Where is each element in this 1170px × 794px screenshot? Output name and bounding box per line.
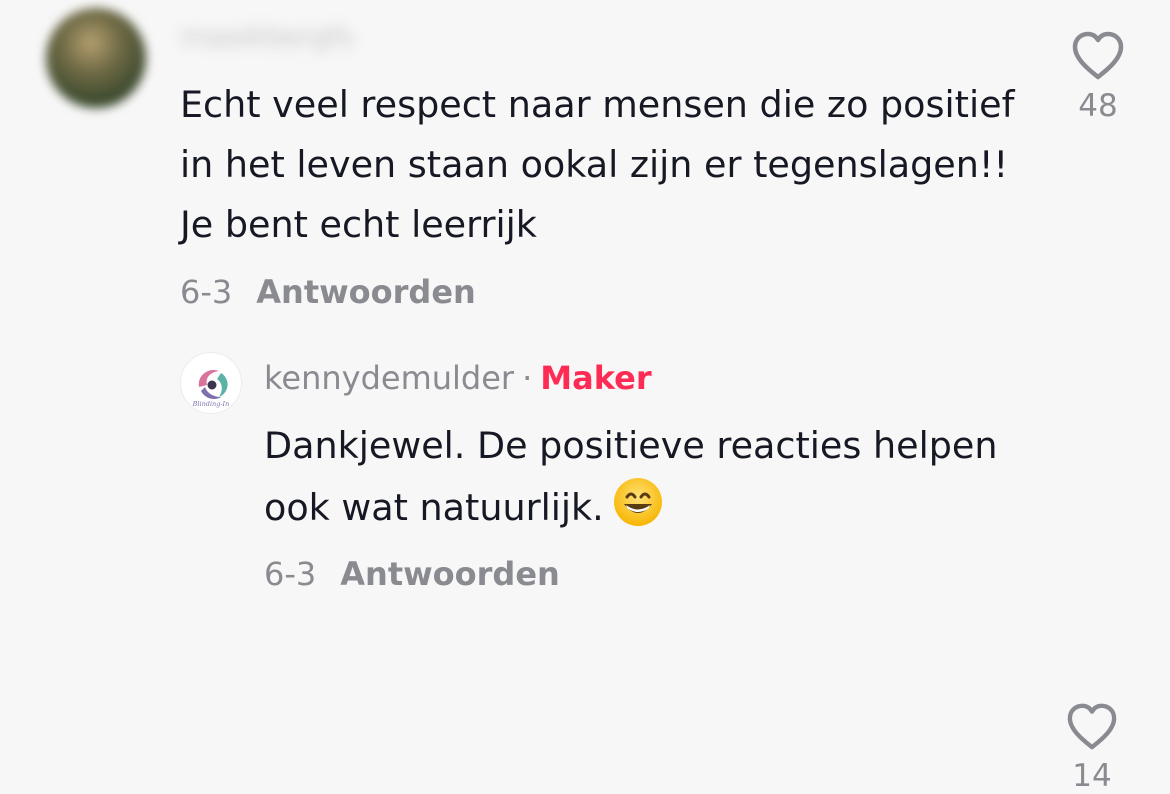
avatar[interactable]: Blinding-In xyxy=(180,352,242,414)
reply-button[interactable]: Antwoorden xyxy=(340,555,560,593)
reply-text-block: Dankjewel. De positieve reacties helpen … xyxy=(264,416,1024,546)
heart-outline-icon[interactable] xyxy=(1065,702,1119,752)
svg-text:Blinding-In: Blinding-In xyxy=(192,400,230,408)
reply-meta: 6-3 Antwoorden xyxy=(264,552,560,596)
like-count: 48 xyxy=(1078,88,1118,124)
grinning-face-emoji-icon xyxy=(612,476,664,546)
separator-dot: · xyxy=(522,359,533,397)
reply-button[interactable]: Antwoorden xyxy=(256,273,476,311)
comment-username[interactable]: maaikbergfs xyxy=(180,22,420,52)
blinding-in-logo-icon: Blinding-In xyxy=(192,369,230,408)
comment-text: Echt veel respect naar mensen die zo pos… xyxy=(180,83,1015,246)
comment-date: 6-3 xyxy=(180,273,233,311)
maker-badge: Maker xyxy=(540,359,652,397)
reply-user-line: kennydemulder · Maker xyxy=(264,358,652,398)
reply-comment: Blinding-In kennydemulder · Maker Dankjewe… xyxy=(0,340,1170,794)
like-control: 14 xyxy=(1052,702,1132,794)
comment-meta: 6-3 Antwoorden xyxy=(180,270,476,314)
like-control: 48 xyxy=(1058,30,1138,124)
reply-date: 6-3 xyxy=(264,555,317,593)
like-count: 14 xyxy=(1072,758,1112,794)
reply-username[interactable]: kennydemulder xyxy=(264,359,514,397)
comment: maaikbergfs Echt veel respect naar mense… xyxy=(0,0,1170,330)
avatar[interactable] xyxy=(46,8,146,108)
heart-outline-icon[interactable] xyxy=(1070,30,1126,82)
